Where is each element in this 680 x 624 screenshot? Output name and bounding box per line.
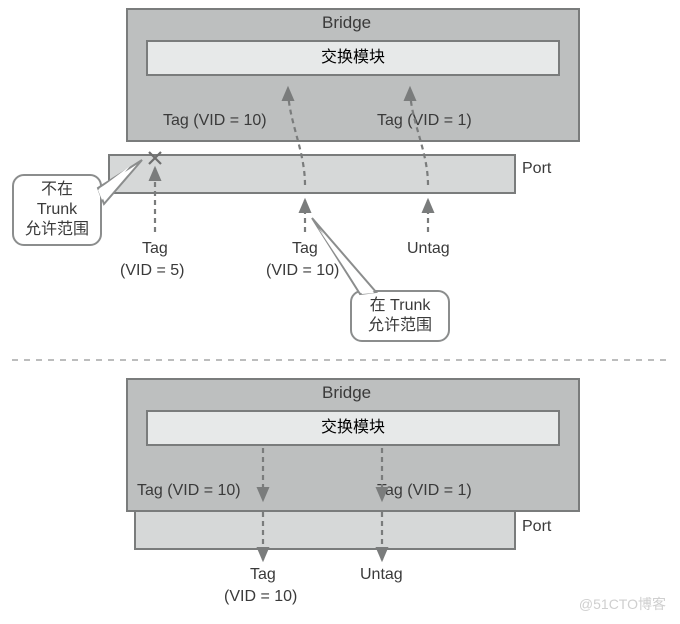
watermark: @51CTO博客 [579, 594, 666, 614]
bottom-flow-right-label: Untag [360, 566, 403, 584]
bottom-flow-left-sub: (VID = 10) [224, 588, 297, 606]
bottom-flow-left-label: Tag [250, 566, 276, 584]
bottom-arrows-svg [0, 0, 680, 624]
diagram-canvas: Bridge 交换模块 Tag (VID = 10) Tag (VID = 1)… [0, 0, 680, 624]
